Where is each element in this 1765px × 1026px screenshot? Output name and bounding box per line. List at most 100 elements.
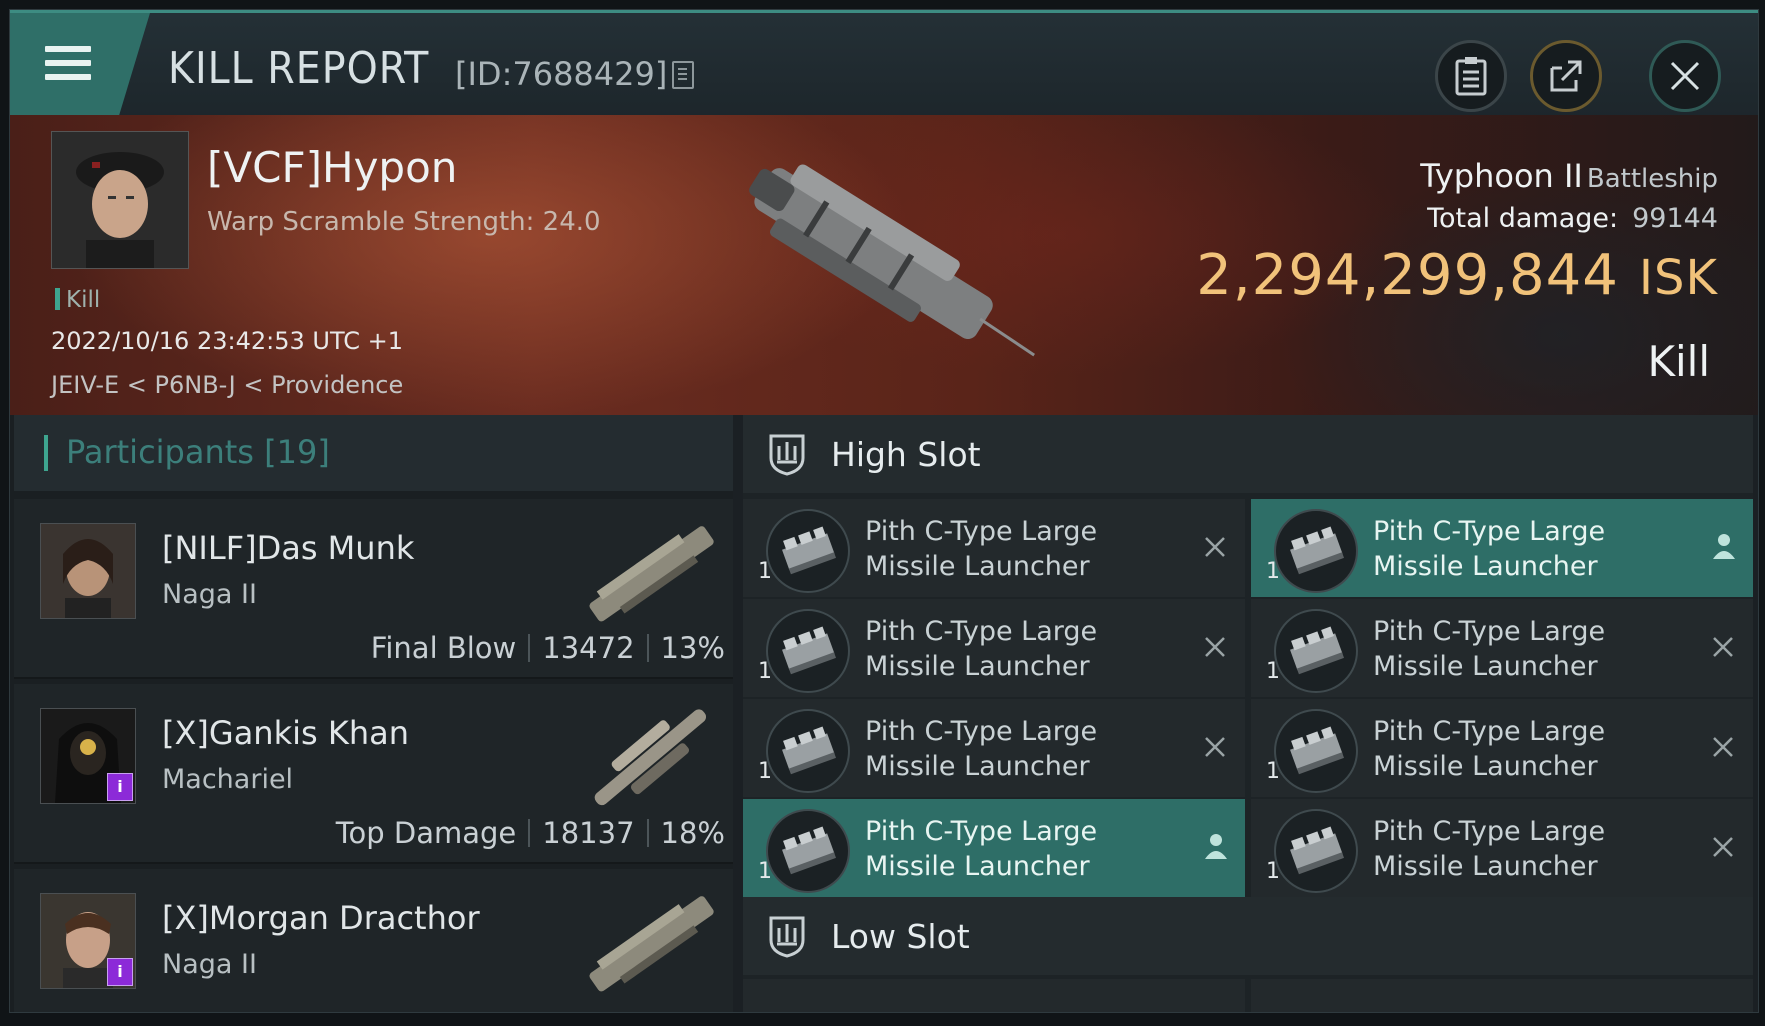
low-slot-header[interactable]: Low Slot bbox=[743, 897, 1753, 975]
info-badge-icon[interactable]: i bbox=[107, 773, 133, 801]
high-slot-icon bbox=[769, 434, 805, 476]
destroyed-x-icon bbox=[1713, 837, 1733, 857]
participant-row[interactable]: i [X]Morgan Dracthor Naga II bbox=[14, 869, 733, 1012]
title-bar: KILL REPORT [ID:7688429] bbox=[10, 10, 1758, 118]
close-button[interactable] bbox=[1649, 40, 1721, 112]
participant-stats: Final Blow 13472 13% bbox=[371, 631, 725, 665]
launcher-module-icon bbox=[766, 509, 850, 593]
victim-name[interactable]: [VCF]Hypon bbox=[207, 143, 457, 192]
module-slot[interactable]: 1 Pith C-Type Large Missile Launcher bbox=[1251, 799, 1753, 897]
module-slot[interactable]: 1 Pith C-Type Large Missile Launcher bbox=[1251, 599, 1753, 697]
module-name-line2: Missile Launcher bbox=[865, 651, 1090, 682]
person-icon[interactable] bbox=[1201, 831, 1231, 861]
kill-report-window: KILL REPORT [ID:7688429] [VCF]Hypon Warp… bbox=[9, 9, 1759, 1013]
participant-stats: Top Damage 18137 18% bbox=[336, 816, 725, 850]
high-slot-header[interactable]: High Slot bbox=[743, 415, 1753, 493]
low-slot-module[interactable] bbox=[1251, 979, 1753, 1012]
avatar[interactable] bbox=[40, 523, 136, 619]
module-slot[interactable]: 1 Pith C-Type Large Missile Launcher bbox=[743, 699, 1245, 797]
copy-id-icon[interactable] bbox=[672, 61, 694, 89]
clipboard-icon bbox=[1455, 57, 1487, 96]
module-name-line2: Missile Launcher bbox=[1373, 651, 1598, 682]
ship-name: Typhoon II bbox=[1420, 157, 1583, 195]
participant-percent: 18% bbox=[660, 816, 725, 850]
participant-ship: Naga II bbox=[162, 579, 257, 610]
module-name: Pith C-Type Large Missile Launcher bbox=[1373, 614, 1605, 684]
report-id: [ID:7688429] bbox=[455, 55, 668, 93]
participants-header[interactable]: Participants [19] bbox=[14, 415, 733, 491]
participant-name[interactable]: [X]Morgan Dracthor bbox=[162, 899, 480, 937]
victim-ship[interactable]: Typhoon II Battleship bbox=[1420, 157, 1718, 195]
module-slot[interactable]: 1 Pith C-Type Large Missile Launcher bbox=[743, 599, 1245, 697]
low-slot-icon bbox=[769, 916, 805, 958]
clipboard-button[interactable] bbox=[1435, 40, 1507, 112]
participant-ship-image bbox=[594, 709, 707, 806]
module-slot[interactable]: 1 Pith C-Type Large Missile Launcher bbox=[743, 799, 1245, 897]
module-quantity: 1 bbox=[758, 859, 772, 884]
window-title: KILL REPORT bbox=[168, 43, 430, 94]
kill-datetime: 2022/10/16 23:42:53 UTC +1 bbox=[51, 327, 403, 355]
module-name-line1: Pith C-Type Large bbox=[1373, 516, 1606, 547]
kill-tag: Kill bbox=[55, 287, 100, 313]
close-icon bbox=[1670, 61, 1700, 91]
launcher-module-icon bbox=[1274, 709, 1358, 793]
launcher-module-icon bbox=[1274, 509, 1358, 593]
launcher-module-icon bbox=[1274, 809, 1358, 893]
participant-ship: Machariel bbox=[162, 764, 294, 795]
participant-row[interactable]: [NILF]Das Munk Naga II Final Blow 13472 … bbox=[14, 499, 733, 679]
destroyed-x-icon bbox=[1205, 637, 1225, 657]
warp-scramble-strength: Warp Scramble Strength: 24.0 bbox=[207, 207, 601, 237]
module-name: Pith C-Type Large Missile Launcher bbox=[865, 714, 1097, 784]
module-name-line2: Missile Launcher bbox=[1373, 751, 1598, 782]
avatar[interactable]: i bbox=[40, 708, 136, 804]
module-name-line1: Pith C-Type Large bbox=[1373, 716, 1606, 747]
module-quantity: 1 bbox=[1266, 659, 1280, 684]
participant-role: Top Damage bbox=[335, 816, 517, 850]
low-slot-module[interactable] bbox=[743, 979, 1245, 1012]
participant-name[interactable]: [NILF]Das Munk bbox=[162, 529, 414, 567]
participant-damage: 18137 bbox=[542, 816, 635, 850]
module-quantity: 1 bbox=[758, 759, 772, 784]
destroyed-x-icon bbox=[1713, 737, 1733, 757]
destroyed-x-icon bbox=[1713, 637, 1733, 657]
isk-amount: 2,294,299,844 bbox=[1196, 243, 1619, 308]
participant-row[interactable]: i [X]Gankis Khan Machariel Top Damage 18… bbox=[14, 684, 733, 864]
participant-percent: 13% bbox=[660, 631, 725, 665]
victim-portrait[interactable] bbox=[51, 131, 189, 269]
launcher-module-icon bbox=[766, 609, 850, 693]
participant-role: Final Blow bbox=[370, 631, 517, 665]
participant-name[interactable]: [X]Gankis Khan bbox=[162, 714, 409, 752]
module-name-line1: Pith C-Type Large bbox=[865, 816, 1098, 847]
victim-ship-image[interactable] bbox=[710, 145, 1070, 385]
share-external-icon bbox=[1550, 60, 1582, 92]
module-quantity: 1 bbox=[1266, 759, 1280, 784]
participant-damage: 13472 bbox=[542, 631, 635, 665]
module-name: Pith C-Type Large Missile Launcher bbox=[1373, 514, 1605, 584]
module-name: Pith C-Type Large Missile Launcher bbox=[1373, 714, 1605, 784]
module-quantity: 1 bbox=[1266, 559, 1280, 584]
share-button[interactable] bbox=[1530, 40, 1602, 112]
result-label: Kill bbox=[1647, 337, 1710, 386]
module-name-line2: Missile Launcher bbox=[1373, 551, 1598, 582]
module-quantity: 1 bbox=[1266, 859, 1280, 884]
participant-ship: Naga II bbox=[162, 949, 257, 980]
launcher-module-icon bbox=[766, 709, 850, 793]
avatar[interactable]: i bbox=[40, 893, 136, 989]
module-name-line1: Pith C-Type Large bbox=[865, 616, 1098, 647]
kill-location[interactable]: JEIV-E < P6NB-J < Providence bbox=[51, 371, 403, 399]
total-damage-value: 99144 bbox=[1632, 203, 1718, 234]
module-name-line2: Missile Launcher bbox=[1373, 851, 1598, 882]
module-slot[interactable]: 1 Pith C-Type Large Missile Launcher bbox=[1251, 499, 1753, 597]
low-slot-title: Low Slot bbox=[831, 917, 970, 956]
module-slot[interactable]: 1 Pith C-Type Large Missile Launcher bbox=[1251, 699, 1753, 797]
module-name-line1: Pith C-Type Large bbox=[1373, 616, 1606, 647]
info-badge-icon[interactable]: i bbox=[107, 958, 133, 986]
launcher-module-icon bbox=[1274, 609, 1358, 693]
module-slot[interactable]: 1 Pith C-Type Large Missile Launcher bbox=[743, 499, 1245, 597]
fittings-panel: High Slot 1 Pith C-Type Large Missile Laun… bbox=[743, 415, 1753, 1012]
module-name-line1: Pith C-Type Large bbox=[1373, 816, 1606, 847]
participant-ship-image bbox=[589, 896, 714, 992]
person-icon[interactable] bbox=[1709, 531, 1739, 561]
module-name-line2: Missile Launcher bbox=[865, 751, 1090, 782]
menu-button[interactable] bbox=[10, 13, 150, 115]
